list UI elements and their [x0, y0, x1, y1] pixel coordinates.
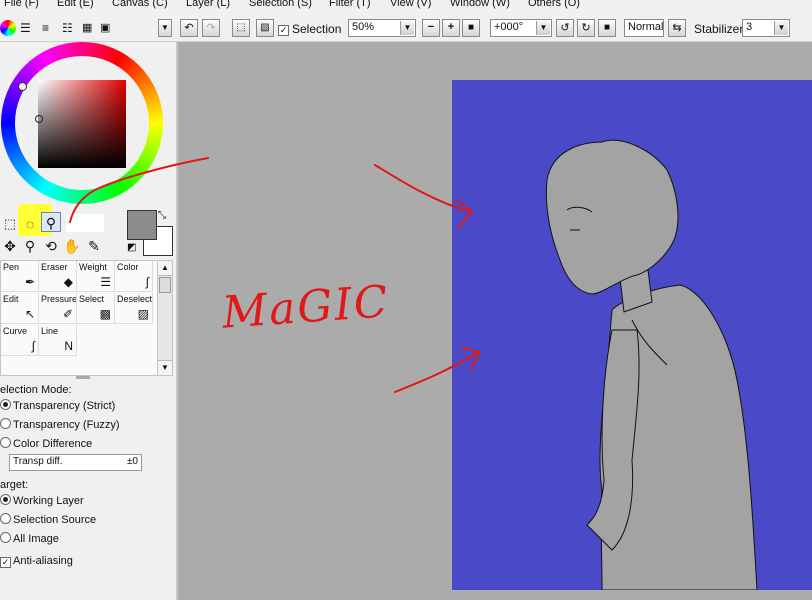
annotation-layer [69, 157, 482, 393]
